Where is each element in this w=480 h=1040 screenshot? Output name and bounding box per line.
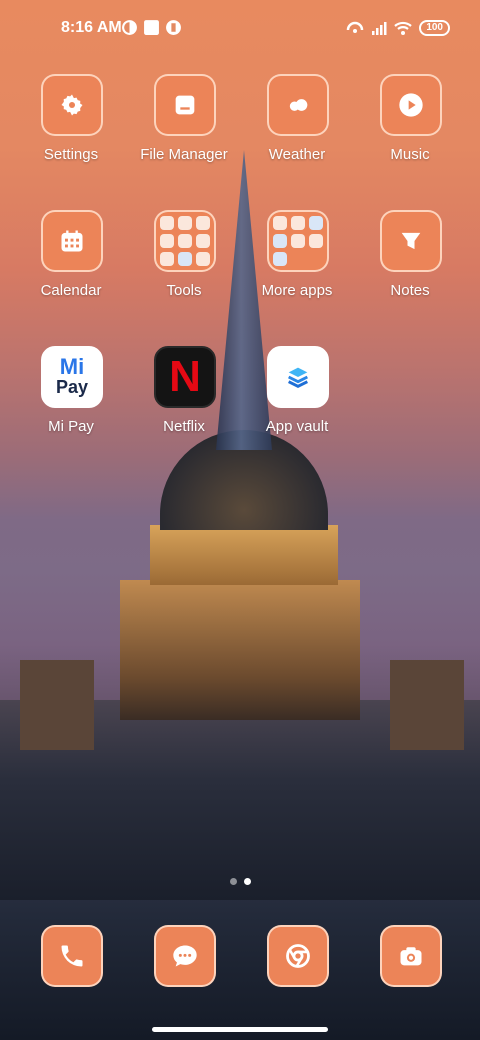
status-bar: 8:16 AM 100 [0,0,480,56]
folder-icon [175,95,195,115]
mini-app-icon [178,252,192,266]
messages-icon [173,945,197,967]
app-label: Music [390,146,430,163]
signal-icon [372,22,387,35]
status-right-group: 100 [346,18,450,38]
page-dot-2-active[interactable] [244,878,251,885]
mini-app-icon [273,216,287,230]
notes-icon [401,232,421,250]
mi-pay-logo-mi: Mi [59,354,85,379]
dock-chrome[interactable] [267,925,329,987]
data-saver-icon [347,21,364,33]
app-label: More apps [261,282,333,299]
folder-more-apps[interactable]: More apps [242,210,352,320]
page-indicator[interactable] [226,878,256,888]
phone-tile[interactable] [41,925,103,987]
app-calendar[interactable]: Calendar [16,210,126,320]
app-label: Weather [268,146,326,163]
app-settings[interactable]: Settings [16,74,126,184]
more-apps-folder-tile[interactable] [267,210,329,272]
gesture-home-bar[interactable] [152,1027,328,1032]
dock-phone[interactable] [41,925,103,987]
mini-app-icon [178,234,192,248]
mini-app-icon [196,252,210,266]
app-app-vault[interactable]: App vault [242,346,352,456]
notes-tile[interactable] [380,210,442,272]
mini-app-icon [273,252,287,266]
app-file-manager[interactable]: File Manager [129,74,239,184]
phone-icon [61,945,83,967]
mini-app-icon [196,234,210,248]
app-music[interactable]: Music [355,74,465,184]
file-manager-tile[interactable] [154,74,216,136]
folder-grid-icon [271,214,325,268]
netflix-icon: N [169,352,201,401]
camera-icon [400,947,422,966]
mini-app-icon [160,216,174,230]
mini-app-icon [273,234,287,248]
mini-app-icon [309,234,323,248]
app-vault-tile[interactable] [267,346,329,408]
wallpaper-cathedral [120,580,360,720]
home-screen: 8:16 AM 100 Settings File Manager Weathe… [0,0,480,1040]
mini-app-icon [309,216,323,230]
gallery-notification-icon [144,20,159,35]
netflix-tile[interactable]: N [154,346,216,408]
mi-pay-logo-pay: Pay [55,377,89,397]
status-time: 8:16 AM [61,19,122,36]
calendar-tile[interactable] [41,210,103,272]
wallpaper-cathedral-drum [150,525,338,585]
mini-app-icon [178,216,192,230]
folder-grid-icon [158,214,212,268]
app-netflix[interactable]: N Netflix [129,346,239,456]
music-tile[interactable] [380,74,442,136]
app-vault-icon [288,367,308,388]
wallpaper-wing-right [390,660,464,750]
mini-app-icon [196,216,210,230]
folder-tools[interactable]: Tools [129,210,239,320]
dock-camera[interactable] [380,925,442,987]
camera-tile[interactable] [380,925,442,987]
app-label: Tools [166,282,202,299]
tools-folder-tile[interactable] [154,210,216,272]
app-mi-pay[interactable]: Mi Pay Mi Pay [16,346,126,456]
mini-app-icon [291,234,305,248]
notification-icon [122,20,137,35]
app-notes[interactable]: Notes [355,210,465,320]
gear-icon [61,94,83,116]
app-label: App vault [265,418,329,435]
app-label: Settings [43,146,99,163]
app-weather[interactable]: Weather [242,74,352,184]
weather-tile[interactable] [267,74,329,136]
settings-tile[interactable] [41,74,103,136]
app-label: Mi Pay [48,418,94,435]
app-label: Notes [390,282,430,299]
calendar-icon [61,230,83,252]
app-label: Netflix [163,418,205,435]
wifi-icon [394,21,413,35]
chrome-icon [286,944,310,968]
mi-pay-icon: Mi Pay [55,354,89,398]
chrome-tile[interactable] [267,925,329,987]
app-label: Calendar [40,282,102,299]
mini-app-icon [160,234,174,248]
dock-messages[interactable] [154,925,216,987]
mi-pay-tile[interactable]: Mi Pay [41,346,103,408]
play-icon [399,93,423,117]
cloud-icon [289,99,308,111]
messages-tile[interactable] [154,925,216,987]
wallpaper-wing-left [20,660,94,750]
app-notification-icon [166,20,181,35]
battery-indicator: 100 [419,20,450,36]
mini-app-icon [160,252,174,266]
mini-app-icon [291,216,305,230]
page-dot-1[interactable] [230,878,237,885]
app-label: File Manager [140,146,228,163]
